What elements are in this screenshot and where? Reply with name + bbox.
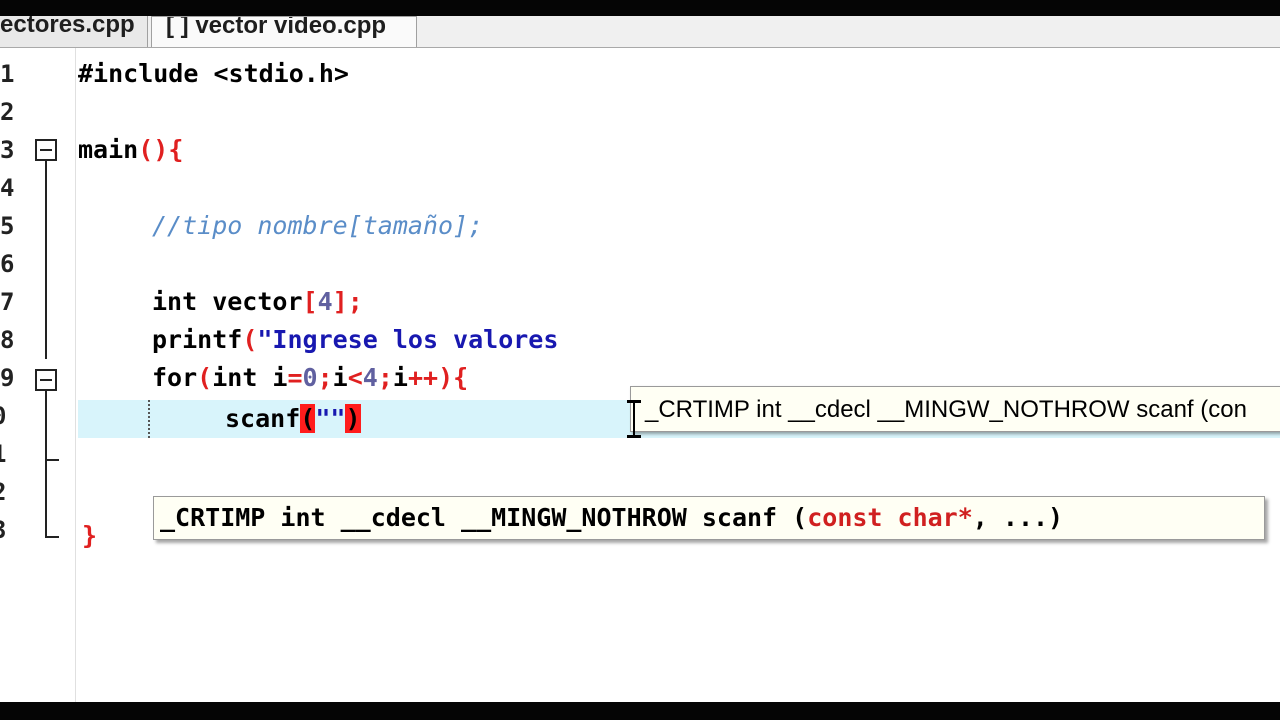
signature-tooltip-top: _CRTIMP int __cdecl __MINGW_NOTHROW scan… bbox=[630, 386, 1280, 432]
line-number: 3 bbox=[0, 511, 32, 549]
tab-vectores-cpp[interactable]: ectores.cpp bbox=[0, 16, 148, 47]
code-line-3: main(){ bbox=[78, 135, 184, 164]
code-line-1: #include <stdio.h> bbox=[78, 59, 349, 88]
line-number: 1 bbox=[0, 60, 15, 88]
fold-end-marker bbox=[45, 459, 59, 461]
bottom-bar bbox=[0, 702, 1280, 720]
code-editor[interactable]: 1 2 3 4 5 6 7 8 9 0 1 2 3 #include <stdi… bbox=[0, 48, 1280, 702]
line-number: 1 bbox=[0, 435, 32, 473]
signature-tooltip-main: _CRTIMP int __cdecl __MINGW_NOTHROW scan… bbox=[153, 496, 1265, 540]
line-number: 7 bbox=[0, 288, 15, 316]
line-number: 4 bbox=[0, 174, 15, 202]
tab-label: [ ] vector video.cpp bbox=[166, 16, 387, 39]
ibeam-cursor-icon bbox=[624, 400, 644, 440]
code-line-9: for(int i=0;i<4;i++){ bbox=[152, 363, 469, 392]
line-number: 2 bbox=[0, 98, 15, 126]
line-number: 0 bbox=[0, 397, 32, 435]
code-line-10: scanf("") bbox=[225, 404, 361, 433]
line-number-gutter: 1 2 3 4 5 6 7 8 9 0 1 2 3 bbox=[0, 48, 76, 702]
fold-toggle-icon[interactable] bbox=[35, 369, 57, 391]
title-bar bbox=[0, 0, 1280, 16]
fold-toggle-icon[interactable] bbox=[35, 139, 57, 161]
line-number: 8 bbox=[0, 326, 15, 354]
indent-guide bbox=[148, 400, 152, 438]
code-line-8: printf("Ingrese los valores bbox=[152, 325, 559, 354]
code-line-13: } bbox=[82, 521, 98, 550]
fold-end-marker bbox=[45, 536, 59, 538]
tab-vector-video-cpp[interactable]: [ ] vector video.cpp bbox=[151, 16, 417, 47]
line-number: 6 bbox=[0, 250, 15, 278]
line-number: 9 bbox=[0, 364, 15, 392]
code-line-5: //tipo nombre[tamaño]; bbox=[152, 211, 484, 240]
fold-line bbox=[45, 391, 47, 461]
line-number: 5 bbox=[0, 212, 15, 240]
tab-strip: ectores.cpp [ ] vector video.cpp bbox=[0, 16, 1280, 48]
fold-line bbox=[45, 161, 47, 359]
code-line-7: int vector[4]; bbox=[152, 287, 363, 316]
line-number: 2 bbox=[0, 473, 32, 511]
fold-line bbox=[45, 461, 47, 537]
tab-label: ectores.cpp bbox=[0, 16, 135, 38]
line-number: 3 bbox=[0, 136, 15, 164]
